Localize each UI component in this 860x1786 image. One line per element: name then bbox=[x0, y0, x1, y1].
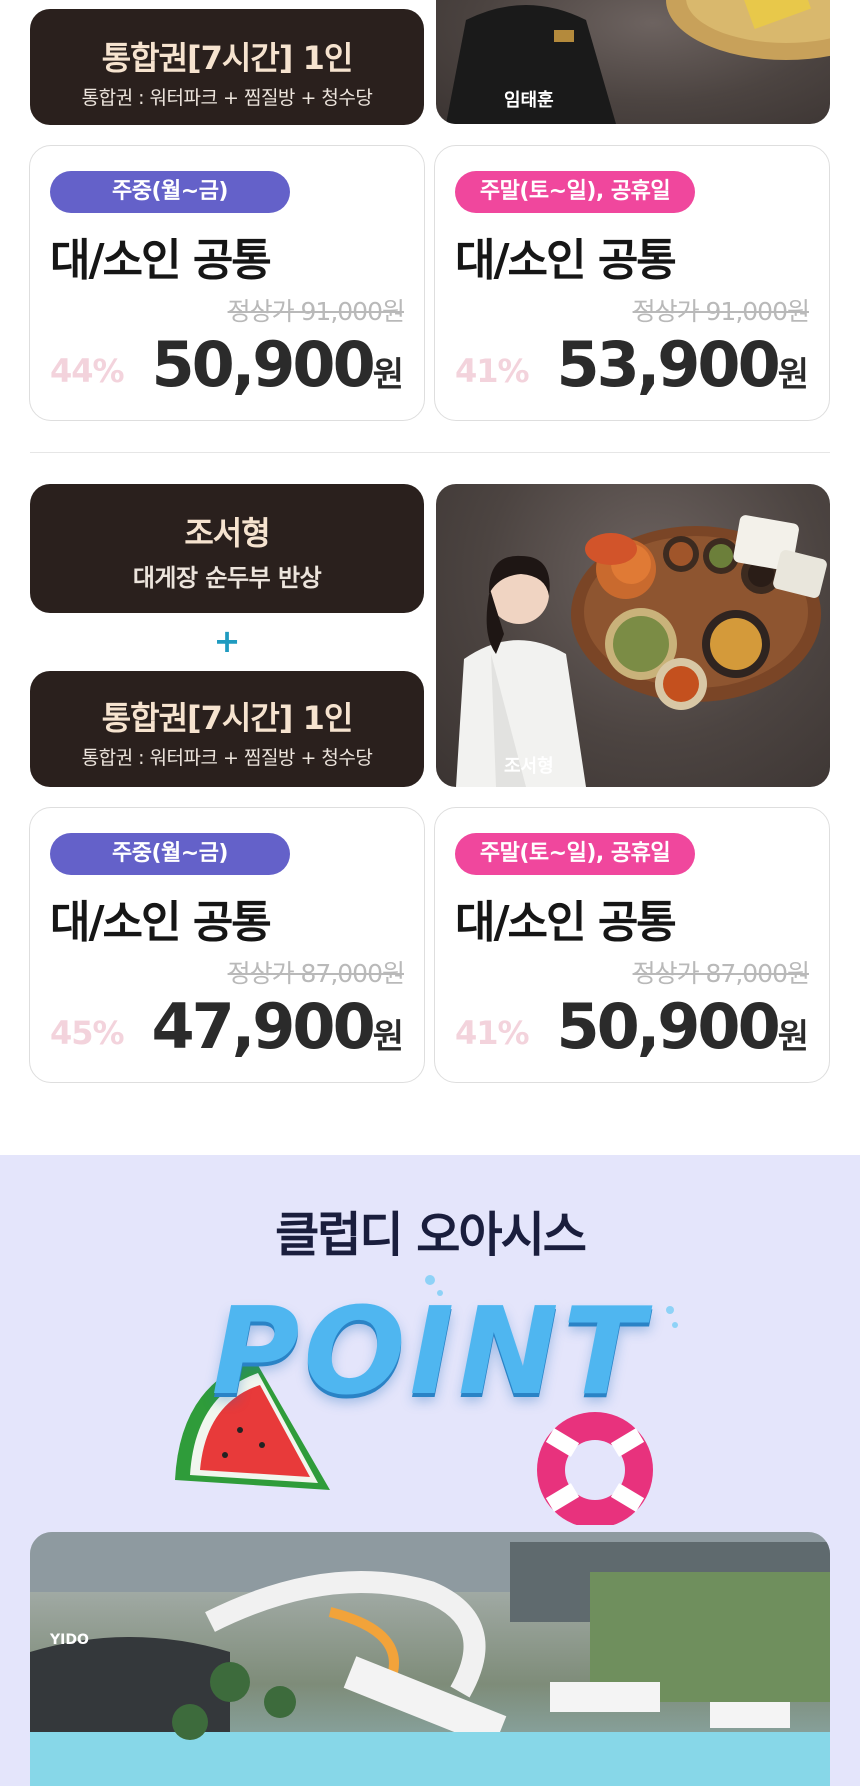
sale-price-amount: 53,900 bbox=[556, 328, 780, 401]
sale-price: 47,900원 bbox=[151, 990, 404, 1063]
price-card-weekend[interactable]: 주말(토~일), 공휴일 대/소인 공통 정상가 91,000원 41% 53,… bbox=[434, 145, 830, 421]
dish-box: 조서형 대게장 순두부 반상 bbox=[30, 484, 424, 613]
building-sign: YIDO bbox=[49, 1632, 89, 1648]
section-divider bbox=[30, 452, 830, 453]
section-imtaehoon: 통합권[7시간] 1인 통합권 : 워터파크 + 찜질방 + 청수당 임태훈 주… bbox=[0, 0, 860, 430]
sale-price: 50,900원 bbox=[556, 990, 809, 1063]
chef-name: 조서형 bbox=[504, 756, 554, 777]
weekend-pill: 주말(토~일), 공휴일 bbox=[455, 833, 695, 875]
package-subtitle: 통합권 : 워터파크 + 찜질방 + 청수당 bbox=[81, 747, 373, 769]
sale-price: 53,900원 bbox=[556, 328, 809, 401]
plus-sign: + bbox=[213, 622, 241, 660]
point-wordmark: POINT bbox=[211, 1283, 649, 1422]
sale-price-amount: 47,900 bbox=[151, 990, 375, 1063]
sale-price-amount: 50,900 bbox=[556, 990, 780, 1063]
waterpark-photo: YIDO bbox=[30, 1532, 830, 1786]
original-price: 정상가 91,000원 bbox=[632, 297, 810, 326]
price-card-weekday[interactable]: 주중(월~금) 대/소인 공통 정상가 87,000원 45% 47,900원 bbox=[29, 807, 425, 1083]
card-title: 대/소인 공통 bbox=[50, 235, 272, 286]
sale-price-amount: 50,900 bbox=[151, 328, 375, 401]
card-title: 대/소인 공통 bbox=[455, 897, 677, 948]
discount-rate: 41% bbox=[455, 1014, 530, 1052]
currency-unit: 원 bbox=[777, 355, 809, 395]
package-subtitle: 통합권 : 워터파크 + 찜질방 + 청수당 bbox=[81, 87, 373, 109]
package-title: 통합권[7시간] 1인 bbox=[101, 699, 354, 737]
oasis-title: 클럽디 오아시스 bbox=[275, 1207, 587, 1263]
discount-rate: 41% bbox=[455, 352, 530, 390]
original-price: 정상가 87,000원 bbox=[632, 959, 810, 988]
chef-photo: 조서형 bbox=[436, 484, 830, 787]
original-price: 정상가 91,000원 bbox=[227, 297, 405, 326]
dish-subtitle: 대게장 순두부 반상 bbox=[132, 564, 322, 592]
card-title: 대/소인 공통 bbox=[50, 897, 272, 948]
weekend-pill: 주말(토~일), 공휴일 bbox=[455, 171, 695, 213]
weekday-pill: 주중(월~금) bbox=[50, 171, 290, 213]
chef-name: 임태훈 bbox=[504, 90, 554, 111]
chef-and-dishes-illustration bbox=[456, 515, 827, 787]
dish-title: 조서형 bbox=[184, 514, 270, 552]
chef-photo: 임태훈 bbox=[436, 0, 830, 124]
weekday-pill: 주중(월~금) bbox=[50, 833, 290, 875]
currency-unit: 원 bbox=[777, 1017, 809, 1057]
package-title: 통합권[7시간] 1인 bbox=[101, 39, 354, 77]
price-card-weekday[interactable]: 주중(월~금) 대/소인 공통 정상가 91,000원 44% 50,900원 bbox=[29, 145, 425, 421]
sale-price: 50,900원 bbox=[151, 328, 404, 401]
discount-rate: 44% bbox=[50, 352, 125, 390]
card-title: 대/소인 공통 bbox=[455, 235, 677, 286]
discount-rate: 45% bbox=[50, 1014, 125, 1052]
waterpark-illustration: YIDO bbox=[30, 1532, 830, 1786]
currency-unit: 원 bbox=[372, 355, 404, 395]
package-box: 통합권[7시간] 1인 통합권 : 워터파크 + 찜질방 + 청수당 bbox=[30, 671, 424, 787]
original-price: 정상가 87,000원 bbox=[227, 959, 405, 988]
oasis-point-section: 클럽디 오아시스 POINT YIDO bbox=[0, 1155, 860, 1786]
package-box: 통합권[7시간] 1인 통합권 : 워터파크 + 찜질방 + 청수당 bbox=[30, 9, 424, 125]
currency-unit: 원 bbox=[372, 1017, 404, 1057]
price-card-weekend[interactable]: 주말(토~일), 공휴일 대/소인 공통 정상가 87,000원 41% 50,… bbox=[434, 807, 830, 1083]
chef-illustration bbox=[446, 0, 830, 124]
